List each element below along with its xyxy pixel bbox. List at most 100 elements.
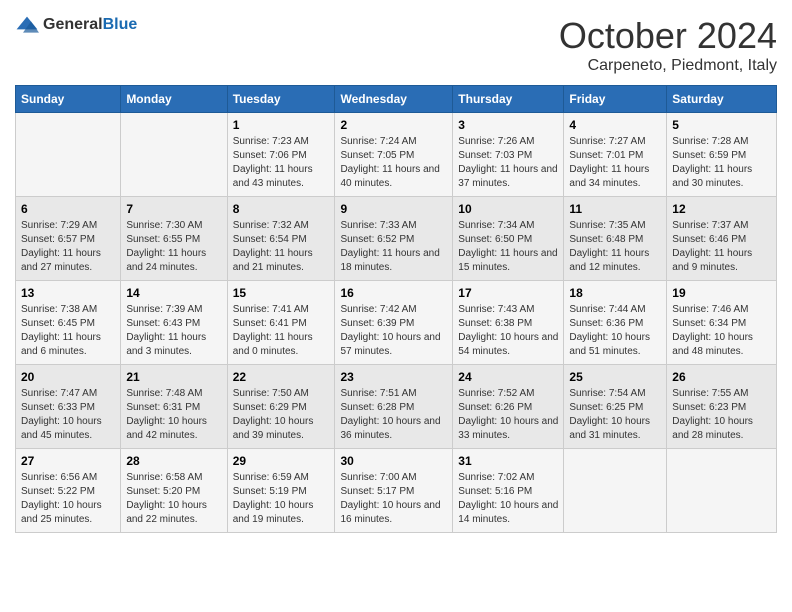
calendar-cell: 16 Sunrise: 7:42 AMSunset: 6:39 PMDayligh… (335, 281, 453, 365)
calendar-week-1: 1 Sunrise: 7:23 AMSunset: 7:06 PMDaylight… (16, 113, 777, 197)
day-info: Sunrise: 7:52 AMSunset: 6:26 PMDaylight:… (458, 387, 558, 443)
header-sunday: Sunday (16, 86, 121, 113)
day-number: 14 (126, 286, 221, 300)
day-info: Sunrise: 6:56 AMSunset: 5:22 PMDaylight:… (21, 471, 115, 527)
calendar-cell: 3 Sunrise: 7:26 AMSunset: 7:03 PMDaylight… (453, 113, 564, 197)
day-number: 16 (340, 286, 447, 300)
day-info: Sunrise: 7:34 AMSunset: 6:50 PMDaylight:… (458, 219, 558, 275)
day-number: 23 (340, 370, 447, 384)
day-number: 26 (672, 370, 771, 384)
calendar-cell: 24 Sunrise: 7:52 AMSunset: 6:26 PMDayligh… (453, 365, 564, 449)
day-number: 5 (672, 118, 771, 132)
day-info: Sunrise: 7:35 AMSunset: 6:48 PMDaylight:… (569, 219, 661, 275)
day-info: Sunrise: 7:00 AMSunset: 5:17 PMDaylight:… (340, 471, 447, 527)
day-number: 21 (126, 370, 221, 384)
header-saturday: Saturday (667, 86, 777, 113)
calendar-cell: 7 Sunrise: 7:30 AMSunset: 6:55 PMDaylight… (121, 197, 227, 281)
day-info: Sunrise: 6:58 AMSunset: 5:20 PMDaylight:… (126, 471, 221, 527)
header-friday: Friday (564, 86, 667, 113)
day-number: 8 (233, 202, 330, 216)
calendar-week-2: 6 Sunrise: 7:29 AMSunset: 6:57 PMDaylight… (16, 197, 777, 281)
day-info: Sunrise: 7:55 AMSunset: 6:23 PMDaylight:… (672, 387, 771, 443)
day-info: Sunrise: 7:41 AMSunset: 6:41 PMDaylight:… (233, 303, 330, 359)
calendar-header: Sunday Monday Tuesday Wednesday Thursday… (16, 86, 777, 113)
day-info: Sunrise: 7:39 AMSunset: 6:43 PMDaylight:… (126, 303, 221, 359)
day-number: 27 (21, 454, 115, 468)
day-number: 9 (340, 202, 447, 216)
calendar-cell: 20Sunrise: 7:47 AMSunset: 6:33 PMDayligh… (16, 365, 121, 449)
calendar-cell: 8 Sunrise: 7:32 AMSunset: 6:54 PMDaylight… (227, 197, 335, 281)
calendar-cell (667, 449, 777, 533)
calendar-cell: 12 Sunrise: 7:37 AMSunset: 6:46 PMDayligh… (667, 197, 777, 281)
day-info: Sunrise: 7:32 AMSunset: 6:54 PMDaylight:… (233, 219, 330, 275)
calendar-cell: 27 Sunrise: 6:56 AMSunset: 5:22 PMDayligh… (16, 449, 121, 533)
day-info: Sunrise: 7:38 AMSunset: 6:45 PMDaylight:… (21, 303, 115, 359)
day-number: 6 (21, 202, 115, 216)
calendar-cell: 4Sunrise: 7:27 AMSunset: 7:01 PMDaylight… (564, 113, 667, 197)
calendar-cell: 21 Sunrise: 7:48 AMSunset: 6:31 PMDayligh… (121, 365, 227, 449)
calendar-cell (121, 113, 227, 197)
day-info: Sunrise: 7:30 AMSunset: 6:55 PMDaylight:… (126, 219, 221, 275)
day-info: Sunrise: 7:46 AMSunset: 6:34 PMDaylight:… (672, 303, 771, 359)
day-info: Sunrise: 7:02 AMSunset: 5:16 PMDaylight:… (458, 471, 558, 527)
calendar-cell: 22 Sunrise: 7:50 AMSunset: 6:29 PMDayligh… (227, 365, 335, 449)
title-section: October 2024 Carpeneto, Piedmont, Italy (559, 15, 777, 75)
calendar-cell: 23 Sunrise: 7:51 AMSunset: 6:28 PMDayligh… (335, 365, 453, 449)
day-info: Sunrise: 7:50 AMSunset: 6:29 PMDaylight:… (233, 387, 330, 443)
calendar-cell: 19 Sunrise: 7:46 AMSunset: 6:34 PMDayligh… (667, 281, 777, 365)
location-title: Carpeneto, Piedmont, Italy (559, 57, 777, 75)
calendar-week-3: 13 Sunrise: 7:38 AMSunset: 6:45 PMDayligh… (16, 281, 777, 365)
logo: GeneralBlue (15, 15, 137, 35)
day-info: Sunrise: 7:23 AMSunset: 7:06 PMDaylight:… (233, 135, 330, 191)
day-number: 3 (458, 118, 558, 132)
day-number: 1 (233, 118, 330, 132)
day-info: Sunrise: 7:47 AMSunset: 6:33 PMDaylight:… (21, 387, 115, 443)
day-number: 10 (458, 202, 558, 216)
day-number: 12 (672, 202, 771, 216)
calendar-table: Sunday Monday Tuesday Wednesday Thursday… (15, 85, 777, 533)
calendar-cell: 13 Sunrise: 7:38 AMSunset: 6:45 PMDayligh… (16, 281, 121, 365)
calendar-cell: 18 Sunrise: 7:44 AMSunset: 6:36 PMDayligh… (564, 281, 667, 365)
logo-general-text: General (43, 16, 103, 33)
day-number: 4 (569, 118, 661, 132)
day-info: Sunrise: 7:48 AMSunset: 6:31 PMDaylight:… (126, 387, 221, 443)
calendar-cell: 11 Sunrise: 7:35 AMSunset: 6:48 PMDayligh… (564, 197, 667, 281)
calendar-cell: 1 Sunrise: 7:23 AMSunset: 7:06 PMDaylight… (227, 113, 335, 197)
calendar-week-5: 27 Sunrise: 6:56 AMSunset: 5:22 PMDayligh… (16, 449, 777, 533)
day-info: Sunrise: 7:37 AMSunset: 6:46 PMDaylight:… (672, 219, 771, 275)
day-info: Sunrise: 7:44 AMSunset: 6:36 PMDaylight:… (569, 303, 661, 359)
calendar-cell: 30 Sunrise: 7:00 AMSunset: 5:17 PMDayligh… (335, 449, 453, 533)
day-number: 30 (340, 454, 447, 468)
day-number: 24 (458, 370, 558, 384)
calendar-cell: 31 Sunrise: 7:02 AMSunset: 5:16 PMDayligh… (453, 449, 564, 533)
weekday-header-row: Sunday Monday Tuesday Wednesday Thursday… (16, 86, 777, 113)
day-info: Sunrise: 7:42 AMSunset: 6:39 PMDaylight:… (340, 303, 447, 359)
header-thursday: Thursday (453, 86, 564, 113)
calendar-week-4: 20Sunrise: 7:47 AMSunset: 6:33 PMDayligh… (16, 365, 777, 449)
calendar-cell: 17Sunrise: 7:43 AMSunset: 6:38 PMDayligh… (453, 281, 564, 365)
day-number: 13 (21, 286, 115, 300)
calendar-cell: 15Sunrise: 7:41 AMSunset: 6:41 PMDayligh… (227, 281, 335, 365)
header-monday: Monday (121, 86, 227, 113)
day-info: Sunrise: 7:29 AMSunset: 6:57 PMDaylight:… (21, 219, 115, 275)
day-number: 7 (126, 202, 221, 216)
day-number: 28 (126, 454, 221, 468)
day-info: Sunrise: 7:26 AMSunset: 7:03 PMDaylight:… (458, 135, 558, 191)
calendar-cell: 2Sunrise: 7:24 AMSunset: 7:05 PMDaylight… (335, 113, 453, 197)
day-number: 22 (233, 370, 330, 384)
logo-icon (15, 15, 39, 35)
day-number: 19 (672, 286, 771, 300)
calendar-cell: 29Sunrise: 6:59 AMSunset: 5:19 PMDayligh… (227, 449, 335, 533)
day-info: Sunrise: 7:54 AMSunset: 6:25 PMDaylight:… (569, 387, 661, 443)
day-info: Sunrise: 7:51 AMSunset: 6:28 PMDaylight:… (340, 387, 447, 443)
calendar-cell (16, 113, 121, 197)
page-header: GeneralBlue October 2024 Carpeneto, Pied… (15, 15, 777, 75)
logo-blue-text: Blue (103, 16, 138, 33)
calendar-cell (564, 449, 667, 533)
day-number: 11 (569, 202, 661, 216)
calendar-cell: 5Sunrise: 7:28 AMSunset: 6:59 PMDaylight… (667, 113, 777, 197)
day-number: 31 (458, 454, 558, 468)
calendar-cell: 26 Sunrise: 7:55 AMSunset: 6:23 PMDayligh… (667, 365, 777, 449)
calendar-cell: 14 Sunrise: 7:39 AMSunset: 6:43 PMDayligh… (121, 281, 227, 365)
day-number: 18 (569, 286, 661, 300)
